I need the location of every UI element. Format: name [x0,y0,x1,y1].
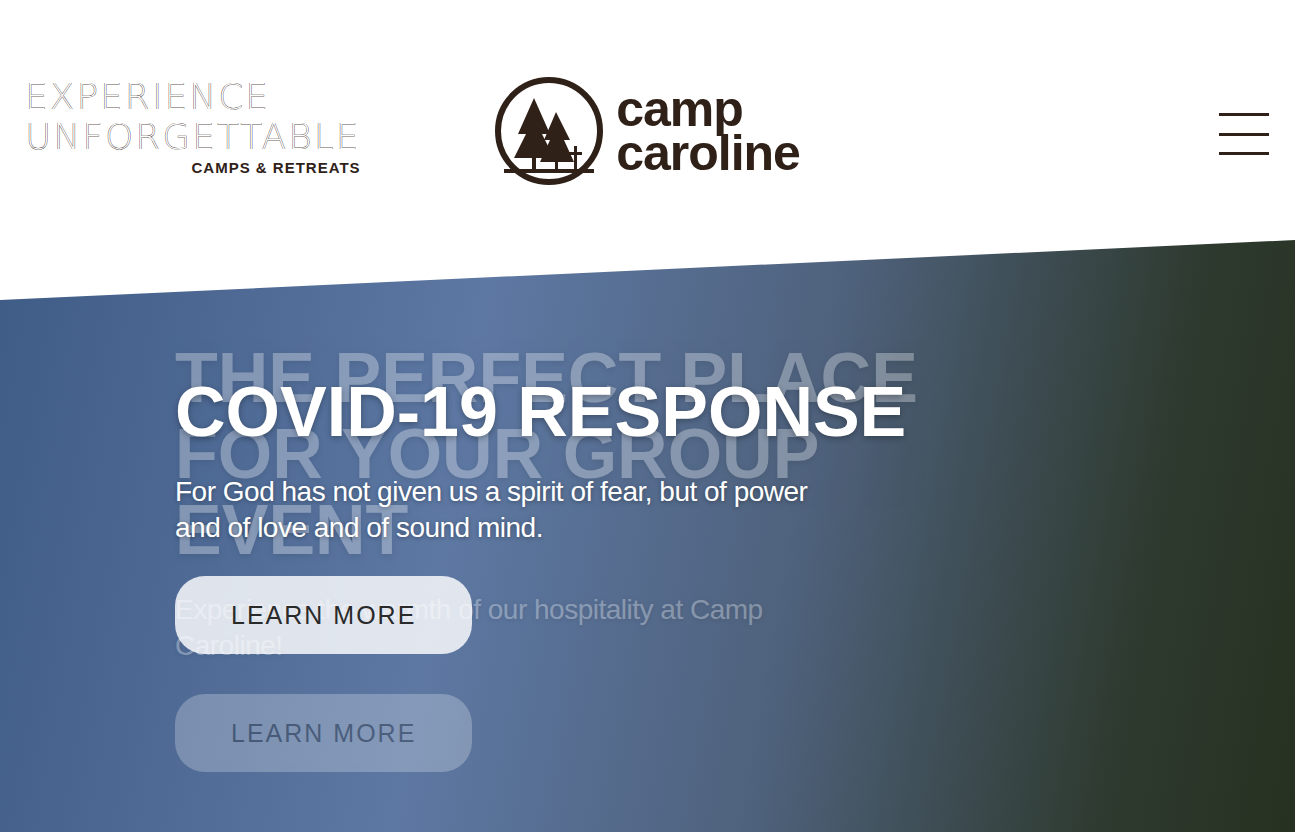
logo-word: camp [616,87,800,131]
site-header: EXPERIENCEUNFORGETTABLE CAMPS & RETREATS c… [0,0,1295,240]
menu-bar [1219,113,1269,116]
logo-icon [494,76,604,186]
logo[interactable]: campcaroline [494,76,800,186]
menu-icon[interactable] [1219,113,1269,155]
learn-more-button[interactable]: LEARN MORE [175,694,472,772]
tagline-line: EXPERIENCE [25,77,270,117]
logo-word: caroline [616,131,800,175]
tagline: EXPERIENCEUNFORGETTABLE CAMPS & RETREATS [25,77,361,176]
slide-text: For God has not given us a spirit of fea… [175,474,855,546]
page: EXPERIENCEUNFORGETTABLE CAMPS & RETREATS c… [0,0,1295,832]
slide: COVID-19 RESPONSE For God has not given u… [175,374,935,772]
hero: THE PERFECT PLACE FOR YOUR GROUP EVENTEx… [0,240,1295,832]
slide-title: COVID-19 RESPONSE [175,374,906,450]
menu-bar [1219,133,1269,136]
learn-more-button[interactable]: LEARN MORE [175,576,472,654]
slider: THE PERFECT PLACE FOR YOUR GROUP EVENTEx… [175,340,1295,772]
logo-text: campcaroline [616,87,800,175]
tagline-line: UNFORGETTABLE [25,117,361,157]
tagline-sub: CAMPS & RETREATS [191,159,360,176]
menu-bar [1219,152,1269,155]
